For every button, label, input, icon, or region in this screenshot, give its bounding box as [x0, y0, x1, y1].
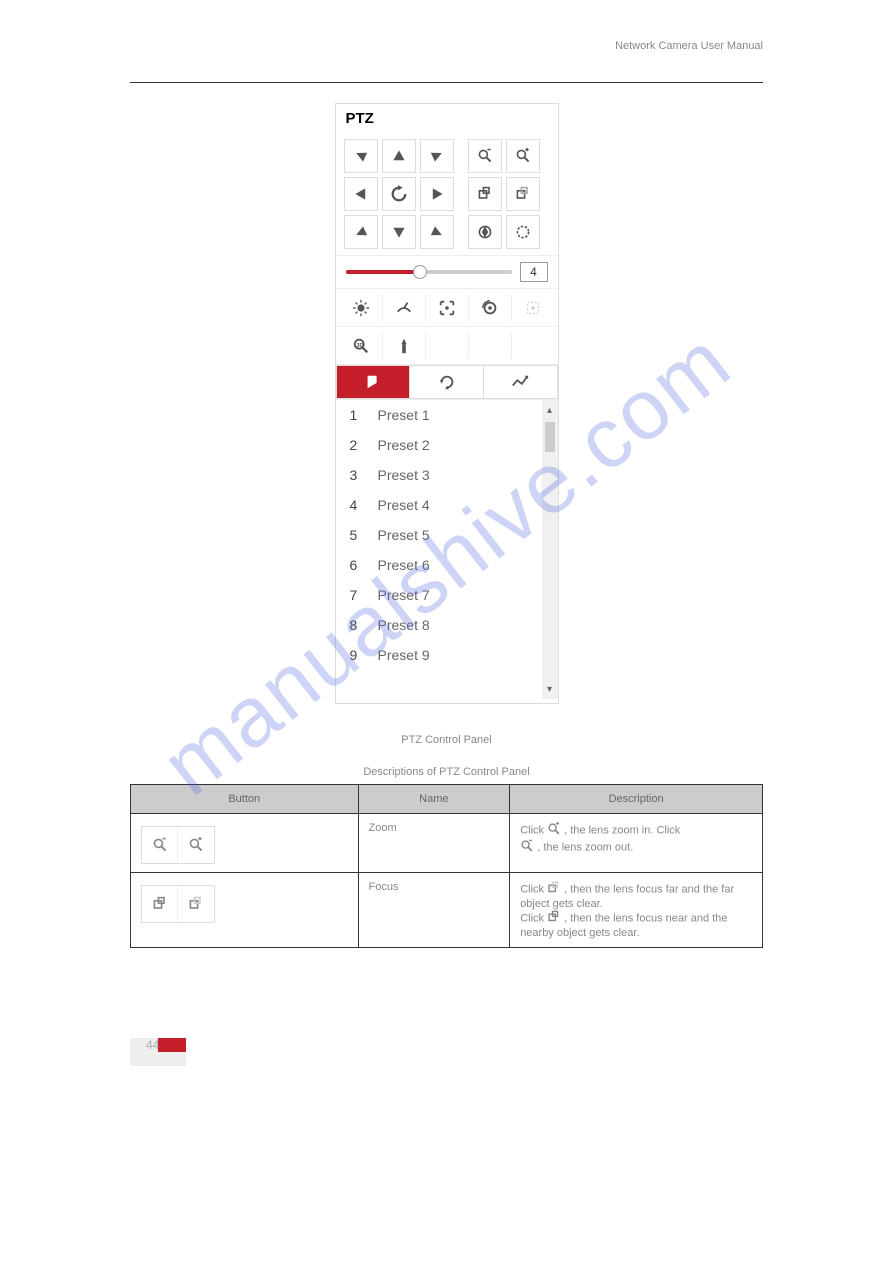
preset-item[interactable]: 8Preset 8: [336, 610, 558, 640]
ptz-right-button[interactable]: [420, 177, 454, 211]
zoom-in-icon: [178, 827, 214, 863]
ptz-down-button[interactable]: [382, 215, 416, 249]
table-row: Focus Click , then the lens focus far an…: [131, 873, 763, 948]
focus-far-icon: [178, 886, 214, 922]
th-name: Name: [358, 785, 510, 814]
header-text: Network Camera User Manual: [130, 40, 763, 52]
manual-track-button[interactable]: [512, 295, 554, 321]
3d-zoom-button[interactable]: 3D: [340, 333, 383, 359]
svg-text:3D: 3D: [356, 342, 363, 348]
cell-focus-name: Focus: [358, 873, 510, 948]
focus-near-inline-icon: [547, 910, 561, 927]
empty-cell-1: [426, 333, 469, 359]
preset-item[interactable]: 6Preset 6: [336, 550, 558, 580]
slider-thumb[interactable]: [413, 265, 427, 279]
table-caption: Descriptions of PTZ Control Panel: [130, 766, 763, 778]
preset-name: Preset 2: [378, 437, 430, 453]
cell-focus-desc: Click , then the lens focus far and the …: [510, 873, 763, 948]
preset-name: Preset 7: [378, 587, 430, 603]
focus-near-button[interactable]: [468, 177, 502, 211]
speed-value: 4: [520, 262, 548, 282]
ptz-down-left-button[interactable]: [344, 215, 378, 249]
preset-name: Preset 4: [378, 497, 430, 513]
preset-number: 8: [350, 617, 378, 633]
cell-focus-button: [131, 873, 359, 948]
preset-name: Preset 6: [378, 557, 430, 573]
scrollbar[interactable]: ▴ ▾: [542, 400, 558, 699]
preset-number: 9: [350, 647, 378, 663]
ptz-auto-button[interactable]: [382, 177, 416, 211]
empty-cell-3: [512, 333, 554, 359]
preset-name: Preset 9: [378, 647, 430, 663]
preset-item[interactable]: 4Preset 4: [336, 490, 558, 520]
zoom-out-button[interactable]: [468, 139, 502, 173]
ptz-panel: PTZ: [335, 103, 559, 704]
cell-zoom-name: Zoom: [358, 814, 510, 873]
preset-number: 4: [350, 497, 378, 513]
preset-item[interactable]: 7Preset 7: [336, 580, 558, 610]
focus-far-inline-icon: [547, 881, 561, 898]
preset-number: 6: [350, 557, 378, 573]
preset-item[interactable]: 1Preset 1: [336, 400, 558, 430]
th-desc: Description: [510, 785, 763, 814]
wiper-button[interactable]: [383, 295, 426, 321]
zoom-out-inline-icon: [520, 839, 534, 856]
iris-open-button[interactable]: [506, 215, 540, 249]
cell-zoom-desc: Click , the lens zoom in. Click , the le…: [510, 814, 763, 873]
zoom-in-inline-icon: [547, 822, 561, 839]
lens-init-button[interactable]: [469, 295, 512, 321]
focus-far-button[interactable]: [506, 177, 540, 211]
scroll-down-icon[interactable]: ▾: [542, 681, 558, 697]
one-touch-patrol-button[interactable]: [383, 333, 426, 359]
cell-zoom-button: [131, 814, 359, 873]
preset-item[interactable]: 5Preset 5: [336, 520, 558, 550]
preset-number: 7: [350, 587, 378, 603]
preset-name: Preset 3: [378, 467, 430, 483]
preset-number: 3: [350, 467, 378, 483]
zoom-out-icon: [142, 827, 178, 863]
zoom-in-button[interactable]: [506, 139, 540, 173]
figure-caption: PTZ Control Panel: [130, 734, 763, 746]
tab-patrol[interactable]: [410, 365, 484, 399]
tab-pattern[interactable]: [484, 365, 558, 399]
ptz-down-right-button[interactable]: [420, 215, 454, 249]
aux-focus-button[interactable]: [426, 295, 469, 321]
preset-name: Preset 1: [378, 407, 430, 423]
th-button: Button: [131, 785, 359, 814]
preset-name: Preset 8: [378, 617, 430, 633]
page-number: 44: [146, 1038, 159, 1052]
preset-name: Preset 5: [378, 527, 430, 543]
preset-list: 1Preset 12Preset 23Preset 34Preset 45Pre…: [336, 399, 558, 699]
ptz-up-button[interactable]: [382, 139, 416, 173]
preset-item[interactable]: 2Preset 2: [336, 430, 558, 460]
focus-near-icon: [142, 886, 178, 922]
preset-item[interactable]: 3Preset 3: [336, 460, 558, 490]
scroll-up-icon[interactable]: ▴: [542, 402, 558, 418]
scroll-thumb[interactable]: [545, 422, 555, 452]
speed-slider[interactable]: [346, 270, 512, 274]
preset-number: 2: [350, 437, 378, 453]
light-button[interactable]: [340, 295, 383, 321]
direction-pad: [344, 139, 454, 249]
header-divider: [130, 82, 763, 83]
preset-item[interactable]: 9Preset 9: [336, 640, 558, 670]
footer: 44: [130, 1028, 763, 1068]
panel-title: PTZ: [336, 104, 558, 133]
description-table: Button Name Description Zoom Click , the…: [130, 784, 763, 948]
preset-number: 1: [350, 407, 378, 423]
ptz-up-left-button[interactable]: [344, 139, 378, 173]
tab-preset[interactable]: [336, 365, 411, 399]
table-row: Zoom Click , the lens zoom in. Click , t…: [131, 814, 763, 873]
ptz-left-button[interactable]: [344, 177, 378, 211]
preset-number: 5: [350, 527, 378, 543]
lens-controls: [468, 139, 540, 249]
iris-close-button[interactable]: [468, 215, 502, 249]
empty-cell-2: [469, 333, 512, 359]
ptz-up-right-button[interactable]: [420, 139, 454, 173]
